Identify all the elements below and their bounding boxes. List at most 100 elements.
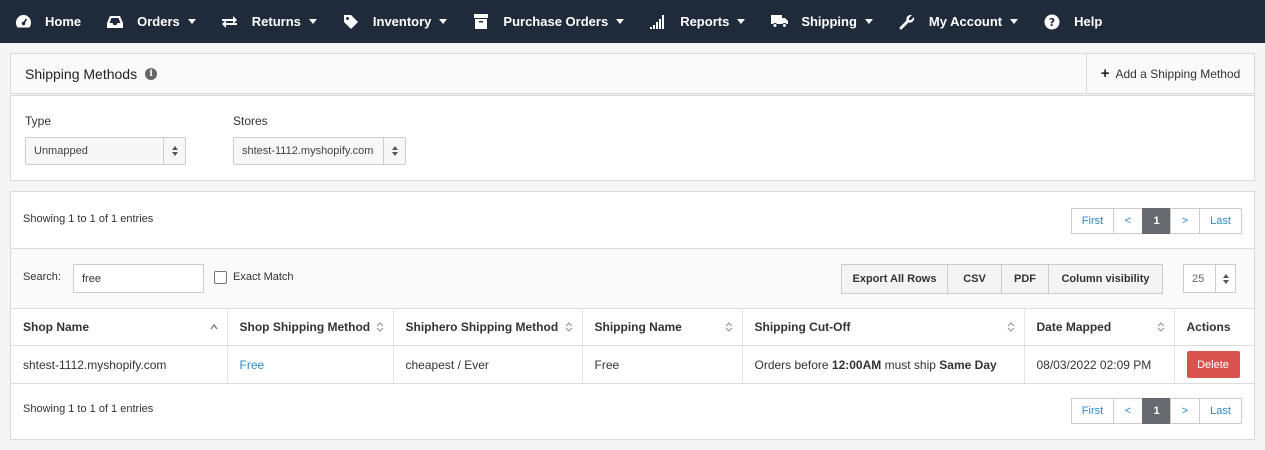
filter-panel: Type Unmapped Stores shtest-1112.myshopi… <box>10 95 1255 181</box>
col-label: Shipping Cut-Off <box>754 320 851 334</box>
col-shipping-cutoff[interactable]: Shipping Cut-Off <box>742 308 1025 346</box>
col-label: Actions <box>1186 320 1231 334</box>
pager-current[interactable]: 1 <box>1142 208 1171 234</box>
col-date-mapped[interactable]: Date Mapped <box>1024 308 1175 346</box>
chevron-down-icon <box>864 19 873 24</box>
page-title-text: Shipping Methods <box>25 66 138 82</box>
select-arrows-icon <box>383 138 405 164</box>
nav-home[interactable]: Home <box>14 0 81 43</box>
exact-match-checkbox[interactable] <box>214 271 227 284</box>
sort-asc-icon <box>209 323 218 330</box>
add-shipping-method-label: Add a Shipping Method <box>1115 66 1241 81</box>
nav-reports[interactable]: Reports <box>649 0 746 43</box>
cutoff-day: Same Day <box>939 357 997 372</box>
chevron-down-icon <box>187 19 196 24</box>
sort-icon <box>1007 322 1014 332</box>
nav-label: Reports <box>680 14 730 29</box>
per-page-select[interactable]: 25 <box>1183 264 1236 293</box>
info-icon[interactable]: i <box>145 68 158 80</box>
type-select[interactable]: Unmapped <box>25 137 186 165</box>
nav-label: Returns <box>251 14 301 29</box>
csv-button[interactable]: CSV <box>947 264 1002 294</box>
nav-purchase-orders[interactable]: Purchase Orders <box>472 0 625 43</box>
chevron-down-icon <box>616 19 625 24</box>
pager-first[interactable]: First <box>1071 208 1114 234</box>
sort-icon <box>725 322 732 332</box>
export-all-rows-button[interactable]: Export All Rows <box>841 264 948 294</box>
shop-shipping-method-link[interactable]: Free <box>240 358 265 372</box>
add-shipping-method-button[interactable]: + Add a Shipping Method <box>1086 54 1254 93</box>
col-label: Date Mapped <box>1036 320 1112 334</box>
col-shipping-name[interactable]: Shipping Name <box>582 308 743 346</box>
col-actions: Actions <box>1174 308 1254 346</box>
plus-icon: + <box>1100 65 1110 82</box>
search-input-value: free <box>82 272 101 285</box>
col-label: Shipping Name <box>594 320 682 334</box>
sort-icon <box>1157 322 1164 332</box>
pager-last[interactable]: Last <box>1199 208 1242 234</box>
chevron-down-icon <box>439 19 448 24</box>
select-arrows-icon <box>1215 265 1235 292</box>
cutoff-mid: must ship <box>884 357 936 372</box>
nav-inventory[interactable]: Inventory <box>342 0 448 43</box>
nav-label: Shipping <box>801 14 857 29</box>
type-select-value: Unmapped <box>34 145 88 157</box>
stores-select-value: shtest-1112.myshopify.com <box>242 145 374 157</box>
chevron-down-icon <box>308 19 317 24</box>
entries-info-top: Showing 1 to 1 of 1 entries <box>23 213 154 225</box>
nav-returns[interactable]: Returns <box>221 0 317 43</box>
nav-orders[interactable]: Orders <box>106 0 196 43</box>
page-title: Shipping Methods i <box>25 66 158 82</box>
col-shop-name[interactable]: Shop Name <box>11 308 228 346</box>
export-buttons: Export All Rows CSV PDF Column visibilit… <box>841 264 1163 294</box>
cell-shipping-cutoff: Orders before 12:00AM must ship Same Day <box>742 345 1025 384</box>
pager-last[interactable]: Last <box>1199 398 1242 424</box>
chevron-down-icon <box>1010 19 1019 24</box>
pagination-top: First < 1 > Last <box>1071 208 1242 234</box>
cell-shipping-name: Free <box>582 345 743 384</box>
nav-label: My Account <box>928 14 1003 29</box>
cell-shop-name: shtest-1112.myshopify.com <box>11 345 228 384</box>
nav-label: Orders <box>137 14 180 29</box>
inbox-icon <box>106 13 124 31</box>
help-icon: ? <box>1043 13 1061 31</box>
nav-shipping[interactable]: Shipping <box>770 0 873 43</box>
cell-actions: Delete <box>1174 345 1254 384</box>
stores-select[interactable]: shtest-1112.myshopify.com <box>233 137 406 165</box>
page-header: Shipping Methods i + Add a Shipping Meth… <box>10 53 1255 94</box>
pdf-button[interactable]: PDF <box>1001 264 1049 294</box>
dashboard-icon <box>14 13 32 31</box>
wrench-icon <box>898 13 916 31</box>
pager-first[interactable]: First <box>1071 398 1114 424</box>
table-header-row: Shop Name Shop Shipping Method Shiphero … <box>11 308 1254 346</box>
tag-icon <box>342 13 360 31</box>
sort-icon <box>565 322 572 332</box>
pager-prev[interactable]: < <box>1113 208 1143 234</box>
pager-current[interactable]: 1 <box>1142 398 1171 424</box>
search-input[interactable]: free <box>73 264 204 293</box>
nav-label: Inventory <box>372 14 432 29</box>
type-label: Type <box>25 114 52 128</box>
cell-shiphero-method: cheapest / Ever <box>393 345 583 384</box>
table-toolbar: Search: free Exact Match Export All Rows… <box>11 248 1254 308</box>
nav-my-account[interactable]: My Account <box>898 0 1019 43</box>
table-row: shtest-1112.myshopify.com Free cheapest … <box>11 345 1254 384</box>
pager-next[interactable]: > <box>1170 208 1200 234</box>
per-page-value: 25 <box>1192 272 1205 285</box>
column-visibility-button[interactable]: Column visibility <box>1048 264 1163 294</box>
pager-prev[interactable]: < <box>1113 398 1143 424</box>
sort-icon <box>376 322 383 332</box>
nav-label: Help <box>1074 14 1103 29</box>
shipping-methods-table: Shop Name Shop Shipping Method Shiphero … <box>11 308 1254 384</box>
delete-button[interactable]: Delete <box>1186 351 1240 378</box>
exchange-icon <box>221 13 239 31</box>
truck-icon <box>770 13 788 31</box>
nav-help[interactable]: ? Help <box>1043 0 1102 43</box>
cutoff-time: 12:00AM <box>831 357 882 372</box>
col-label: Shop Name <box>23 320 90 334</box>
col-shiphero-shipping-method[interactable]: Shiphero Shipping Method <box>393 308 583 346</box>
col-shop-shipping-method[interactable]: Shop Shipping Method <box>227 308 394 346</box>
archive-icon <box>472 13 490 31</box>
pager-next[interactable]: > <box>1170 398 1200 424</box>
chevron-down-icon <box>737 19 746 24</box>
